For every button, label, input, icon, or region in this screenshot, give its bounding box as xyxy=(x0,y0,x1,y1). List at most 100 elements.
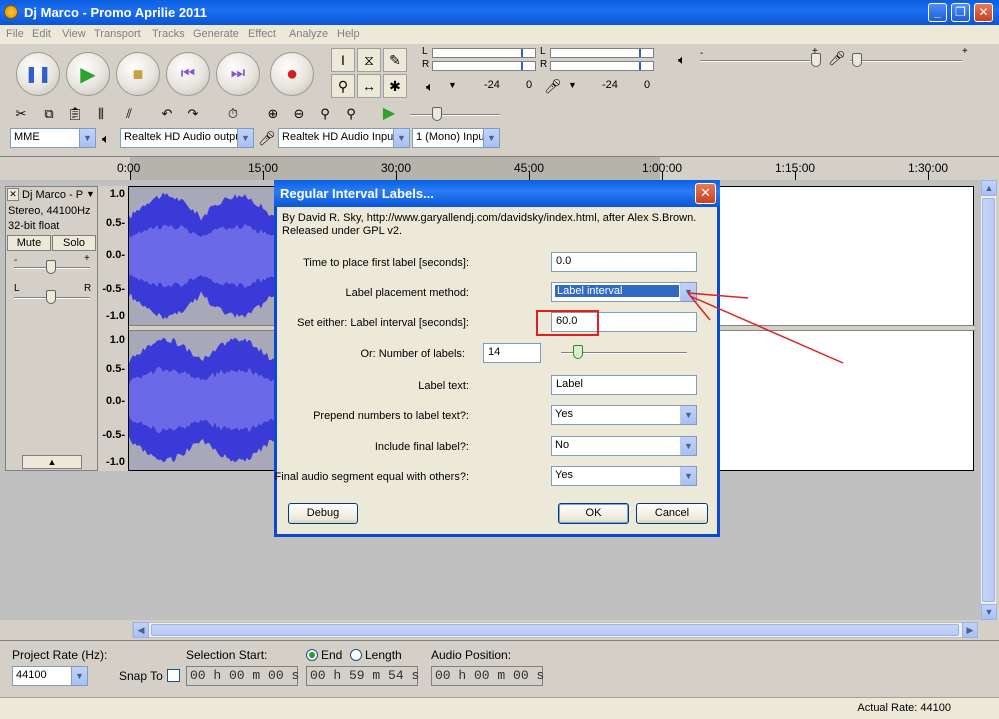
play-speed-slider[interactable] xyxy=(432,107,442,121)
project-rate-select[interactable]: 44100 ▼ xyxy=(12,666,88,686)
selection-start-field[interactable]: 00 h 00 m 00 s xyxy=(186,666,299,686)
transport-toolbar: ❚❚ ▶ ■ ⏮ ⏭ ● xyxy=(8,48,330,100)
maximize-button[interactable]: ❐ xyxy=(951,3,970,22)
input-device-value: Realtek HD Audio Input xyxy=(282,131,397,143)
regular-interval-labels-dialog: Regular Interval Labels... ✕ By David R.… xyxy=(274,180,720,537)
playback-meter-right-label: R xyxy=(422,59,430,70)
paste-icon[interactable]: 📋︎ xyxy=(64,104,86,124)
snap-to-label: Snap To xyxy=(119,669,163,683)
menu-help[interactable]: Help xyxy=(337,28,360,40)
track-close-button[interactable]: ✕ xyxy=(7,188,19,201)
input-device-select[interactable]: Realtek HD Audio Input ▼ xyxy=(278,128,410,148)
scroll-right-icon[interactable]: ▶ xyxy=(962,622,978,638)
menu-view[interactable]: View xyxy=(62,28,86,40)
menu-file[interactable]: File xyxy=(6,28,24,40)
ruler-tick xyxy=(795,171,796,180)
label-text-input[interactable]: Label xyxy=(551,375,697,395)
placement-method-select[interactable]: Label interval ▼ xyxy=(551,282,697,302)
pan-slider[interactable] xyxy=(46,290,56,304)
zoom-out-icon[interactable]: ⊖ xyxy=(288,104,310,124)
input-channels-select[interactable]: 1 (Mono) Inpu ▼ xyxy=(412,128,500,148)
number-of-labels-input[interactable]: 14 xyxy=(483,343,541,363)
sync-lock-icon[interactable]: ⏱ xyxy=(222,104,244,124)
record-meter-right xyxy=(550,61,654,71)
fit-selection-icon[interactable]: ⚲ xyxy=(314,104,336,124)
fit-project-icon[interactable]: ⚲ xyxy=(340,104,362,124)
input-volume-mic-icon: 🎤︎ xyxy=(828,50,846,66)
zoom-tool-icon[interactable]: ⚲ xyxy=(331,74,355,98)
selection-tool-icon[interactable]: I xyxy=(331,48,355,72)
end-label: End xyxy=(321,648,343,662)
snap-to-checkbox[interactable] xyxy=(167,669,180,682)
timeshift-tool-icon[interactable]: ↔ xyxy=(357,74,381,98)
chevron-down-icon: ▼ xyxy=(79,129,95,147)
final-segment-select[interactable]: Yes ▼ xyxy=(551,466,697,486)
pause-button[interactable]: ❚❚ xyxy=(16,52,60,96)
stop-icon: ■ xyxy=(132,63,144,84)
gain-slider[interactable] xyxy=(46,260,56,274)
redo-icon[interactable]: ↷ xyxy=(182,104,204,124)
cut-icon[interactable]: ✂ xyxy=(10,104,32,124)
close-window-button[interactable]: ✕ xyxy=(974,3,993,22)
timeline-ruler[interactable]: 0:00 15:00 30:00 45:00 1:00:00 1:15:00 1… xyxy=(0,156,999,181)
minimize-button[interactable]: _ xyxy=(928,3,947,22)
stop-button[interactable]: ■ xyxy=(116,52,160,96)
debug-button[interactable]: Debug xyxy=(288,503,358,524)
menu-analyze[interactable]: Analyze xyxy=(289,28,328,40)
menu-generate[interactable]: Generate xyxy=(193,28,239,40)
dialog-close-button[interactable]: ✕ xyxy=(695,183,716,204)
solo-button[interactable]: Solo xyxy=(52,235,96,251)
record-meter-scale-min: -24 xyxy=(602,79,618,91)
silence-icon[interactable]: ⫽ xyxy=(118,104,140,124)
audio-position-field[interactable]: 00 h 00 m 00 s xyxy=(431,666,544,686)
label-interval-input[interactable]: 60.0 xyxy=(551,312,697,332)
menu-transport[interactable]: Transport xyxy=(94,28,141,40)
skip-end-button[interactable]: ⏭ xyxy=(216,52,260,96)
end-radio[interactable] xyxy=(306,649,318,661)
output-device-select[interactable]: Realtek HD Audio outpu ▼ xyxy=(120,128,254,148)
length-radio[interactable] xyxy=(350,649,362,661)
horizontal-scrollbar[interactable]: ◀ ▶ xyxy=(132,622,978,638)
status-bar: Actual Rate: 44100 xyxy=(0,697,999,719)
mute-button[interactable]: Mute xyxy=(7,235,51,251)
axis-label: 0.0- xyxy=(106,249,125,261)
first-label-time-input[interactable]: 0.0 xyxy=(551,252,697,272)
zoom-in-icon[interactable]: ⊕ xyxy=(262,104,284,124)
play-button[interactable]: ▶ xyxy=(66,52,110,96)
undo-icon[interactable]: ↶ xyxy=(156,104,178,124)
envelope-tool-icon[interactable]: ⧖ xyxy=(357,48,381,72)
skip-start-button[interactable]: ⏮ xyxy=(166,52,210,96)
track-menu-chevron-icon[interactable]: ▼ xyxy=(86,189,95,199)
copy-icon[interactable]: ⧉ xyxy=(38,104,60,124)
include-final-label-select[interactable]: No ▼ xyxy=(551,436,697,456)
draw-tool-icon[interactable]: ✎ xyxy=(383,48,407,72)
playback-meter-dropdown-icon[interactable]: ▼ xyxy=(448,80,457,90)
cancel-button[interactable]: Cancel xyxy=(636,503,708,524)
menu-edit[interactable]: Edit xyxy=(32,28,51,40)
scroll-up-icon[interactable]: ▲ xyxy=(981,180,997,196)
menu-effect[interactable]: Effect xyxy=(248,28,276,40)
microphone-meter-icon[interactable]: 🎤︎ xyxy=(544,78,562,95)
horizontal-scroll-thumb[interactable] xyxy=(151,624,959,636)
scroll-left-icon[interactable]: ◀ xyxy=(133,622,149,638)
prepend-numbers-select[interactable]: Yes ▼ xyxy=(551,405,697,425)
vertical-scrollbar[interactable]: ▲ ▼ xyxy=(980,180,997,620)
ok-button[interactable]: OK xyxy=(558,503,629,524)
play-at-speed-icon[interactable]: ▶ xyxy=(378,104,400,124)
audio-host-select[interactable]: MME ▼ xyxy=(10,128,96,148)
dialog-credit: By David R. Sky, http://www.garyallendj.… xyxy=(282,212,697,237)
collapse-track-button[interactable]: ▲ xyxy=(22,455,82,469)
dialog-title: Regular Interval Labels... xyxy=(280,186,434,201)
track-name-menu[interactable]: Dj Marco - P xyxy=(22,189,83,201)
record-meter-dropdown-icon[interactable]: ▼ xyxy=(568,80,577,90)
speaker-meter-icon[interactable]: 🔈︎ xyxy=(426,79,434,95)
trim-icon[interactable]: ⫼ xyxy=(90,104,112,124)
multi-tool-icon[interactable]: ✱ xyxy=(383,74,407,98)
record-button[interactable]: ● xyxy=(270,52,314,96)
menu-tracks[interactable]: Tracks xyxy=(152,28,185,40)
number-of-labels-slider[interactable] xyxy=(573,345,583,359)
selection-end-field[interactable]: 00 h 59 m 54 s xyxy=(306,666,419,686)
input-volume-slider[interactable] xyxy=(852,53,862,67)
vertical-scroll-thumb[interactable] xyxy=(982,198,995,602)
scroll-down-icon[interactable]: ▼ xyxy=(981,604,997,620)
